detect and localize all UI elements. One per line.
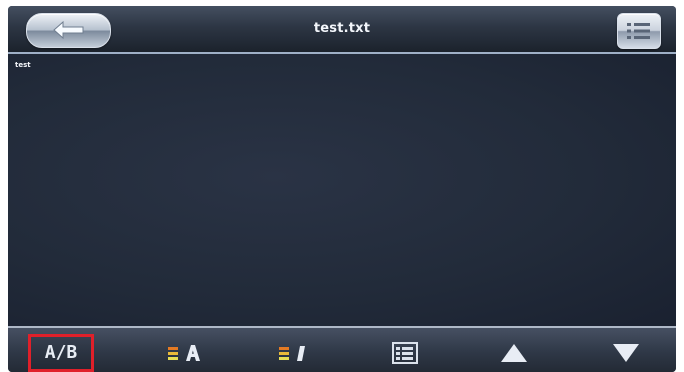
top-bar: test.txt bbox=[8, 6, 676, 54]
back-button[interactable] bbox=[26, 13, 111, 48]
font-color-icon bbox=[279, 346, 305, 361]
up-arrow-icon bbox=[501, 344, 527, 362]
text-options-icon bbox=[392, 342, 418, 364]
menu-button[interactable] bbox=[617, 13, 661, 49]
scroll-up-button[interactable] bbox=[481, 334, 547, 372]
page-title: test.txt bbox=[313, 21, 371, 36]
text-options-button[interactable] bbox=[372, 334, 438, 372]
back-arrow-icon bbox=[53, 20, 84, 40]
ab-button[interactable]: A/B bbox=[28, 334, 94, 372]
menu-list-icon bbox=[627, 23, 650, 39]
font-size-icon bbox=[168, 345, 200, 361]
bottom-toolbar: A/B bbox=[8, 326, 676, 372]
device-screen: test.txt test A/B bbox=[0, 0, 684, 372]
font-color-button[interactable] bbox=[260, 334, 326, 372]
down-arrow-icon bbox=[613, 344, 639, 362]
file-viewer-window: test.txt test A/B bbox=[8, 6, 676, 372]
text-content-area[interactable]: test bbox=[8, 54, 676, 326]
ab-text-icon: A/B bbox=[44, 342, 78, 363]
text-file-content: test bbox=[15, 61, 31, 69]
scroll-down-button[interactable] bbox=[593, 334, 659, 372]
font-size-button[interactable] bbox=[150, 334, 216, 372]
